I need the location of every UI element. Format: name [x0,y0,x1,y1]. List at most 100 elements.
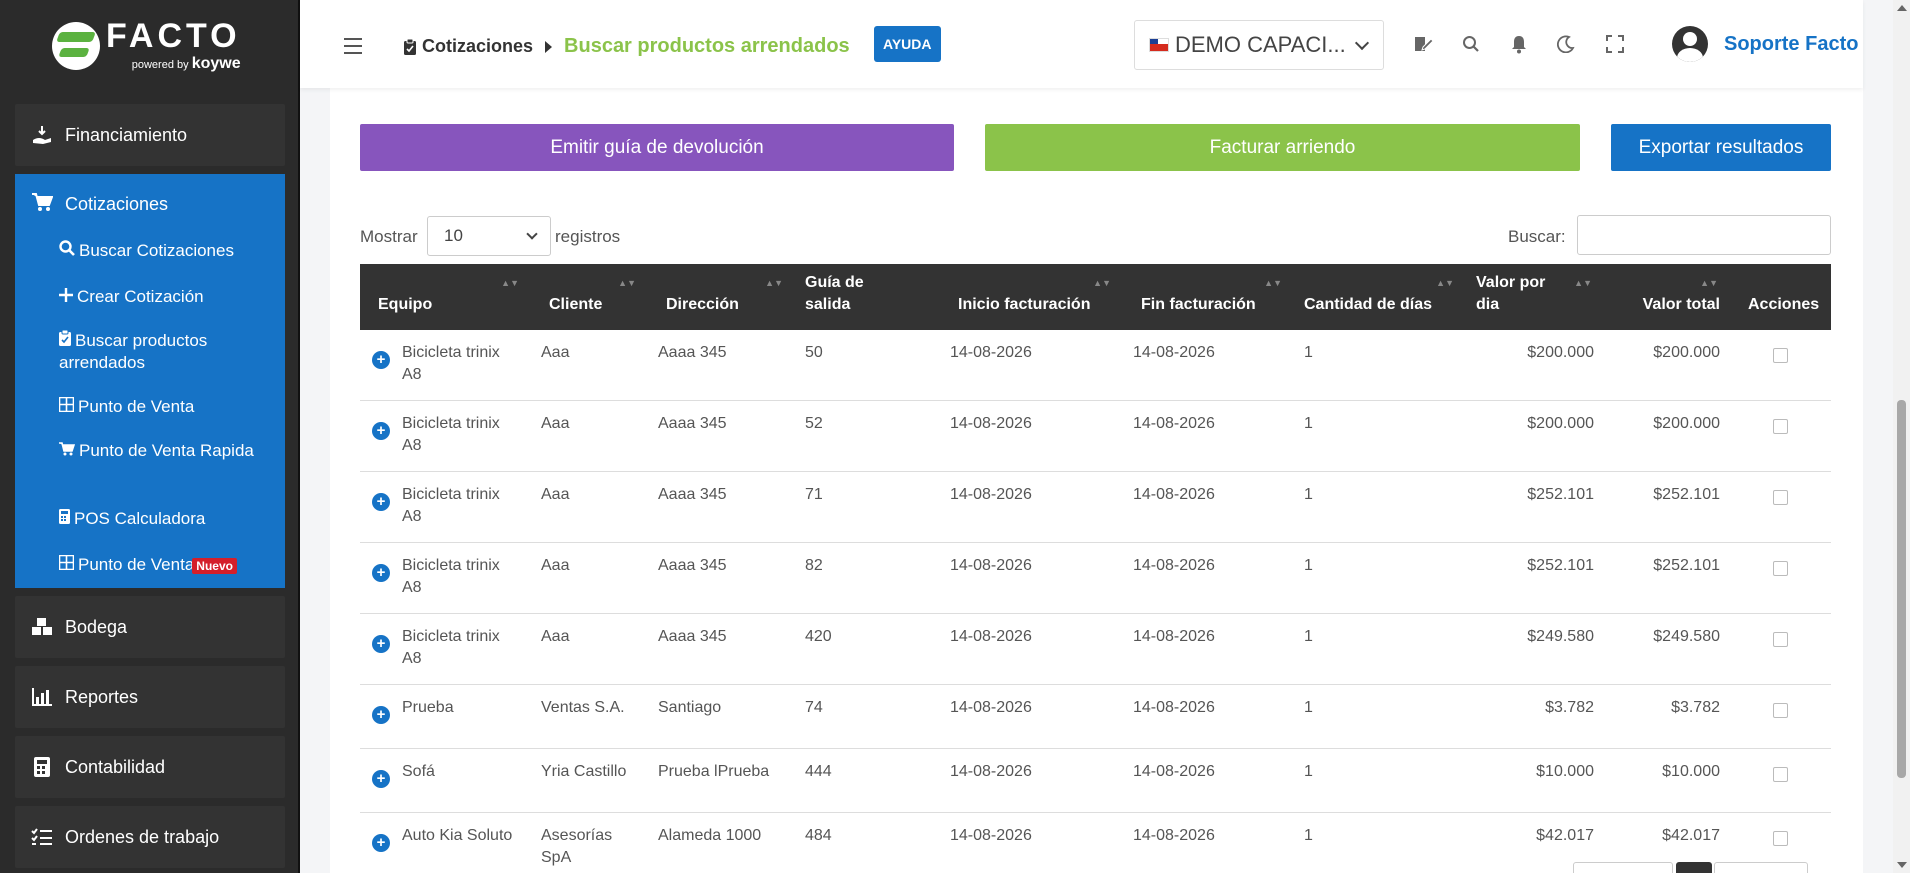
search-icon[interactable] [1460,33,1482,55]
cell-cliente: Asesorías SpA [541,827,613,866]
expand-row-icon[interactable]: + [372,564,390,582]
chile-flag-icon [1149,38,1169,52]
search-input[interactable] [1577,215,1831,255]
cell-acciones [1730,401,1831,472]
cell-inicio: 14-08-2026 [950,763,1032,780]
row-select-checkbox[interactable] [1773,831,1788,846]
bell-icon[interactable] [1508,33,1530,55]
sidebar-item-buscar-cotizaciones[interactable]: Buscar Cotizaciones [59,240,269,262]
cell-dias: 1 [1304,486,1313,503]
user-name[interactable]: Soporte Facto [1724,33,1858,56]
row-select-checkbox[interactable] [1773,561,1788,576]
expand-row-icon[interactable]: + [372,706,390,724]
row-select-checkbox[interactable] [1773,419,1788,434]
sidebar-item-punto-de-venta[interactable]: Punto de Venta [58,396,269,418]
scroll-up-arrow[interactable] [1897,5,1907,11]
col-equipo[interactable]: Equipo ▲▼ [360,264,531,330]
pagination-current[interactable] [1676,862,1712,873]
scroll-down-arrow[interactable] [1897,862,1907,868]
col-guia-salida[interactable]: Guía de salida [795,264,940,330]
sidebar-item-ordenes-de-trabajo[interactable]: Ordenes de trabajo [15,806,285,868]
sidebar-item-label: Bodega [65,616,128,637]
sort-icon: ▲▼ [1436,278,1454,288]
cell-dias: 1 [1304,763,1313,780]
page-length-select[interactable]: 10 [427,216,551,256]
cell-fin: 14-08-2026 [1133,486,1215,503]
hamburger-menu-icon[interactable] [344,38,362,59]
sidebar-item-pos-calculadora[interactable]: POS Calculadora [59,508,269,530]
expand-row-icon[interactable]: + [372,422,390,440]
cell-valor-total: $10.000 [1662,763,1720,780]
cell-equipo: + Bicicleta trinix A8 [360,543,531,614]
search-icon [59,240,75,262]
brand-name: FACTO [106,17,241,55]
fullscreen-icon[interactable] [1604,33,1626,55]
sort-icon: ▲▼ [618,278,636,288]
calculator-icon [31,756,53,778]
help-button[interactable]: AYUDA [874,26,941,62]
expand-row-icon[interactable]: + [372,493,390,511]
emitir-guia-devolucion-button[interactable]: Emitir guía de devolución [360,124,954,171]
row-select-checkbox[interactable] [1773,348,1788,363]
cell-direccion: Santiago [658,699,722,716]
pagination-prev[interactable] [1573,862,1673,873]
row-select-checkbox[interactable] [1773,490,1788,505]
sidebar: FACTO powered by koywe Financiamiento Co… [0,0,300,873]
col-valor-dia[interactable]: Valor por dia ▲▼ [1466,264,1604,330]
col-valor-total[interactable]: Valor total ▲▼ [1604,264,1730,330]
table-row: + Bicicleta trinix A8 Aaa Aaaa 345 50 14-08-2… [360,330,1831,401]
cell-acciones [1730,614,1831,685]
col-inicio-facturacion[interactable]: Inicio facturación ▲▼ [940,264,1123,330]
pagination-next[interactable] [1714,862,1808,873]
company-select[interactable]: DEMO CAPACI... [1134,20,1384,70]
cell-cliente: Aaa [541,557,570,574]
cell-fin: 14-08-2026 [1133,415,1215,432]
table-row: + Bicicleta trinix A8 Aaa Aaaa 345 71 14-08-2… [360,472,1831,543]
col-cliente[interactable]: Cliente ▲▼ [531,264,648,330]
sidebar-item-financiamiento[interactable]: Financiamiento [15,104,285,166]
page-length-value: 10 [444,226,463,245]
facturar-arriendo-button[interactable]: Facturar arriendo [985,124,1580,171]
expand-row-icon[interactable]: + [372,635,390,653]
sidebar-item-crear-cotizacion[interactable]: Crear Cotización [59,286,269,308]
cell-dias: 1 [1304,344,1313,361]
sidebar-item-reportes[interactable]: Reportes [15,666,285,728]
exportar-resultados-button[interactable]: Exportar resultados [1611,124,1831,171]
sidebar-item-buscar-productos-arrendados[interactable]: Buscar productos arrendados [59,329,269,374]
col-cantidad-dias[interactable]: Cantidad de días ▲▼ [1294,264,1466,330]
cell-direccion: Alameda 1000 [658,827,762,844]
user-avatar[interactable] [1672,26,1708,62]
cell-direccion: Prueba lPrueba [658,763,770,780]
sidebar-item-punto-de-venta-nuevo[interactable]: Punto de Venta Nuevo [58,554,289,577]
cell-guia: 74 [805,699,823,716]
row-select-checkbox[interactable] [1773,632,1788,647]
cell-cliente: Aaa [541,628,570,645]
moon-icon[interactable] [1555,33,1577,55]
hand-money-icon [31,124,53,146]
edit-document-icon[interactable] [1412,33,1434,55]
cell-inicio: 14-08-2026 [950,827,1032,844]
sidebar-item-contabilidad[interactable]: Contabilidad [15,736,285,798]
breadcrumb-parent[interactable]: Cotizaciones [422,36,533,57]
cell-inicio: 14-08-2026 [950,344,1032,361]
table-row: + Bicicleta trinix A8 Aaa Aaaa 345 420 14-08-… [360,614,1831,685]
col-fin-facturacion[interactable]: Fin facturación ▲▼ [1123,264,1294,330]
expand-row-icon[interactable]: + [372,834,390,852]
col-direccion[interactable]: Dirección ▲▼ [648,264,795,330]
cell-valor-total: $200.000 [1653,344,1720,361]
sidebar-item-punto-de-venta-rapida[interactable]: Punto de Venta Rapida [59,440,269,462]
chevron-down-icon [1354,35,1370,50]
row-select-checkbox[interactable] [1773,767,1788,782]
cell-equipo: + Sofá [360,749,531,813]
cell-fin: 14-08-2026 [1133,628,1215,645]
cell-inicio: 14-08-2026 [950,486,1032,503]
sidebar-item-bodega[interactable]: Bodega [15,596,285,658]
facto-logo[interactable]: FACTO powered by koywe [0,0,298,92]
row-select-checkbox[interactable] [1773,703,1788,718]
expand-row-icon[interactable]: + [372,770,390,788]
expand-row-icon[interactable]: + [372,351,390,369]
cell-valor-dia: $200.000 [1527,415,1594,432]
scrollbar-thumb[interactable] [1897,400,1906,778]
sidebar-item-cotizaciones[interactable]: Cotizaciones [31,192,168,217]
cell-valor-total: $3.782 [1671,699,1720,716]
